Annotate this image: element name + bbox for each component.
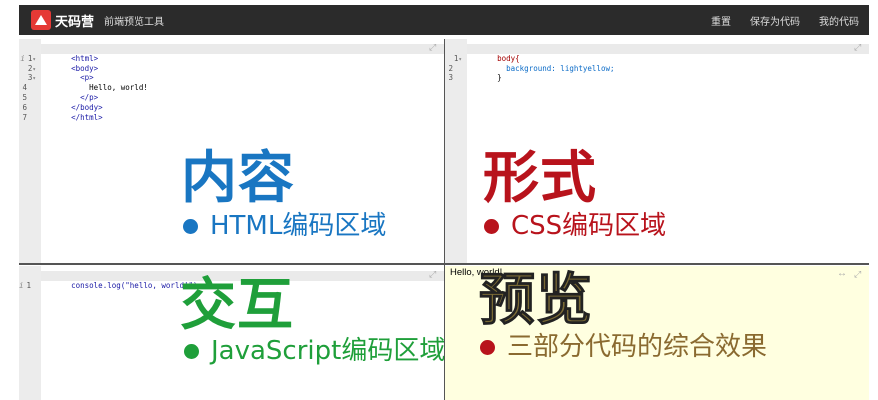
expand-icon[interactable]: ⤢ [429, 270, 437, 279]
expand-icon[interactable]: ⤢ [854, 43, 862, 52]
bullet-dot [183, 218, 198, 234]
preview-pane-subtitle: 三部分代码的综合效果 [507, 332, 768, 362]
fold-arrow-icon[interactable]: ▾ [32, 75, 36, 82]
code-line: 5 </p> [22, 92, 99, 102]
code-line: 3 } [448, 73, 502, 83]
logo-icon [31, 10, 51, 30]
resize-horizontal-icon[interactable]: ↔ [837, 269, 847, 279]
save-as-code-button[interactable]: 保存为代码 [750, 13, 800, 28]
js-pane-subtitle: JavaScript编码区域 [211, 336, 444, 366]
preview-pane-subtitle-row: 三部分代码的综合效果 [480, 332, 767, 362]
html-pane-title: 内容 [181, 146, 295, 211]
fold-arrow-icon[interactable]: ▾ [32, 66, 36, 73]
reset-button[interactable]: 重置 [711, 13, 731, 28]
html-code-area[interactable]: i 1▾ <html> 2▾ <body> 3▾ <p> 4 Hello, world… [20, 44, 444, 122]
js-pane-subtitle-row: JavaScript编码区域 [184, 336, 444, 366]
expand-icon[interactable]: ⤢ [854, 270, 862, 279]
tool-name-link[interactable]: 前端预览工具 [104, 13, 164, 28]
preview-pane: Hello, world! ↔ ⤢ 预览 三部分代码的综合效果 [445, 266, 869, 400]
html-pane-subtitle: HTML编码区域 [210, 211, 387, 241]
logo-text: 天码营 [55, 13, 95, 29]
info-icon: i [19, 280, 24, 290]
css-editor-pane[interactable]: 1▾ body{ 2 background: lightyellow; 3 } ⤢… [445, 39, 869, 263]
css-code-area[interactable]: 1▾ body{ 2 background: lightyellow; 3 } [448, 44, 869, 83]
html-editor-pane[interactable]: i 1▾ <html> 2▾ <body> 3▾ <p> 4 Hello, world… [19, 39, 444, 263]
code-line: i 1▾ <html> [20, 44, 444, 63]
top-navigation-bar: 天码营 前端预览工具 重置 保存为代码 我的代码 [19, 5, 869, 35]
css-pane-subtitle-row: CSS编码区域 [484, 211, 666, 241]
code-line: 2▾ <body> [27, 63, 99, 73]
expand-icon[interactable]: ⤢ [429, 43, 437, 52]
fold-arrow-icon[interactable]: ▾ [458, 56, 462, 63]
code-line: 6 </body> [22, 102, 103, 112]
my-code-button[interactable]: 我的代码 [819, 13, 859, 28]
css-pane-subtitle: CSS编码区域 [511, 211, 667, 241]
vertical-splitter[interactable] [444, 39, 445, 400]
js-pane-title: 交互 [180, 273, 294, 338]
code-line: 2 background: lightyellow; [448, 63, 615, 73]
fold-arrow-icon[interactable]: ▾ [32, 56, 36, 63]
code-line: 4 Hello, world! [22, 83, 148, 93]
css-pane-title: 形式 [483, 146, 597, 211]
preview-pane-title: 预览 [479, 268, 593, 333]
bullet-dot [184, 343, 199, 359]
code-line: 1▾ body{ [454, 44, 869, 63]
horizontal-splitter[interactable] [19, 263, 869, 265]
logo[interactable]: 天码营 [31, 10, 94, 30]
code-line: 3▾ <p> [27, 73, 94, 83]
info-icon: i [20, 53, 25, 63]
js-editor-pane[interactable]: i1 console.log("hello, world!") ⤢ 交互 Jav… [19, 266, 444, 400]
bullet-dot [480, 339, 495, 355]
bullet-dot [484, 218, 499, 234]
header-actions: 重置 保存为代码 我的代码 [692, 13, 859, 28]
code-line: 7 </html> [22, 112, 103, 122]
html-pane-subtitle-row: HTML编码区域 [183, 211, 386, 241]
